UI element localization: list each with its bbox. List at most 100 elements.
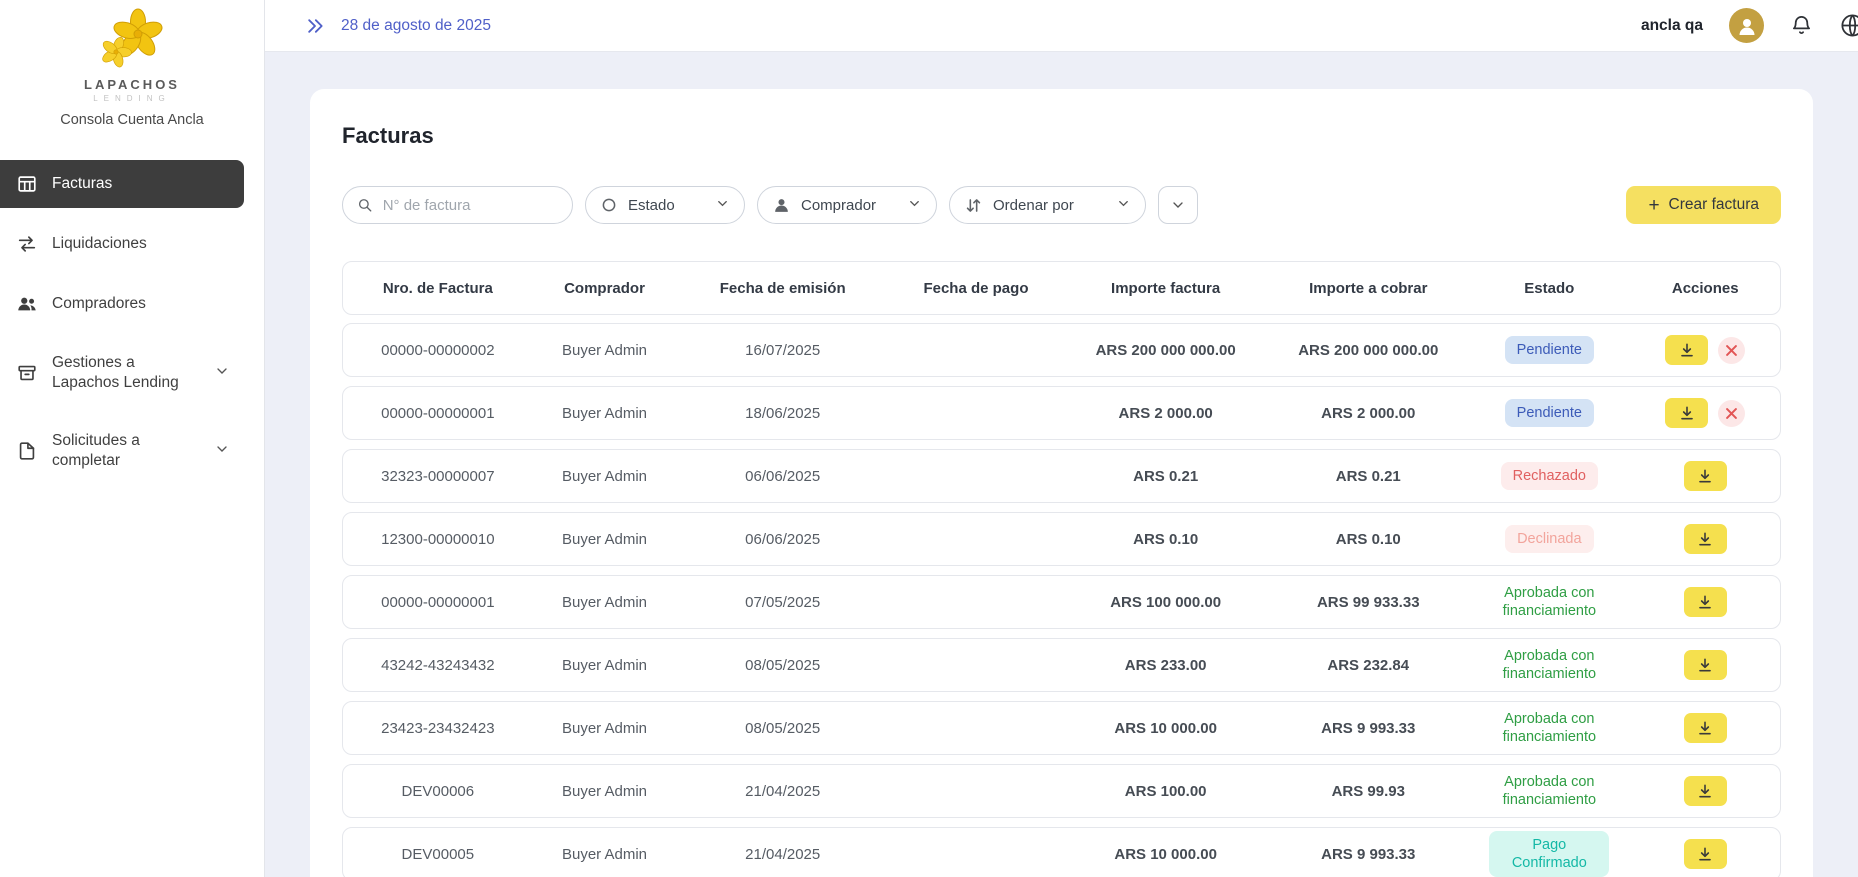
- cell-importe-cobrar: ARS 99 933.33: [1316, 593, 1420, 611]
- column-header: Nro. de Factura: [382, 279, 493, 297]
- cell-acciones: [1631, 461, 1780, 491]
- chevron-down-icon: [214, 441, 230, 462]
- search-input[interactable]: [382, 196, 558, 214]
- cell-nro: DEV00005: [401, 845, 475, 863]
- download-icon: [1699, 532, 1712, 546]
- cell-importe-factura: ARS 200 000 000.00: [1095, 341, 1236, 359]
- status-circle-icon: [602, 198, 616, 212]
- download-icon: [1699, 658, 1712, 672]
- download-button[interactable]: [1683, 461, 1727, 491]
- document-icon: [19, 442, 35, 461]
- cell-comprador: Buyer Admin: [561, 404, 648, 422]
- status-badge: Pendiente: [1504, 398, 1594, 428]
- download-button[interactable]: [1683, 524, 1727, 554]
- column-header: Estado: [1524, 279, 1575, 297]
- cell-comprador: Buyer Admin: [561, 845, 648, 863]
- cancel-button[interactable]: [1718, 399, 1746, 427]
- cell-importe-factura: ARS 0.21: [1133, 467, 1199, 485]
- download-button[interactable]: [1683, 776, 1727, 806]
- cell-acciones: [1631, 839, 1780, 869]
- cell-nro: DEV00006: [401, 782, 475, 800]
- cell-fecha-emision: 21/04/2025: [745, 782, 821, 800]
- user-name: ancla qa: [1640, 16, 1703, 34]
- sidebar-item-compradores[interactable]: Compradores: [0, 280, 244, 328]
- download-button[interactable]: [1683, 839, 1727, 869]
- expand-sidebar-button[interactable]: [305, 16, 325, 36]
- download-icon: [1699, 784, 1712, 798]
- status-badge: Aprobada con financiamiento: [1502, 773, 1597, 808]
- download-icon: [1699, 469, 1712, 483]
- cell-nro: 00000-00000001: [381, 593, 495, 611]
- cell-importe-cobrar: ARS 232.84: [1327, 656, 1410, 674]
- language-button[interactable]: [1839, 12, 1858, 39]
- invoices-table: Nro. de Factura Comprador Fecha de emisión…: [342, 261, 1781, 877]
- status-badge: Aprobada con financiamiento: [1502, 584, 1597, 619]
- cell-fecha-emision: 08/05/2025: [745, 719, 821, 737]
- globe-icon: [1841, 14, 1858, 37]
- column-header: Fecha de emisión: [719, 279, 846, 297]
- page-title: Facturas: [342, 123, 434, 148]
- download-button[interactable]: [1683, 713, 1727, 743]
- sidebar-item-label: Solicitudes a completar: [52, 432, 140, 470]
- comprador-filter[interactable]: Comprador: [757, 186, 937, 224]
- sidebar-item-label: Compradores: [52, 294, 146, 312]
- cell-estado: Declinada: [1468, 524, 1630, 554]
- sidebar-item-facturas[interactable]: Facturas: [0, 160, 244, 208]
- cell-estado: Pendiente: [1468, 335, 1630, 365]
- ordenar-filter[interactable]: Ordenar por: [949, 186, 1146, 224]
- download-button[interactable]: [1683, 587, 1727, 617]
- download-button[interactable]: [1665, 398, 1709, 428]
- sidebar-item-liquidaciones[interactable]: Liquidaciones: [0, 220, 244, 268]
- cell-importe-factura: ARS 10 000.00: [1114, 719, 1217, 737]
- sidebar-item-solicitudes[interactable]: Solicitudes a completar: [0, 418, 244, 484]
- table-header-row: Nro. de Factura Comprador Fecha de emisión…: [342, 261, 1781, 315]
- archive-icon: [18, 365, 36, 381]
- invoice-search[interactable]: [342, 186, 573, 224]
- cell-importe-cobrar: ARS 9 993.33: [1321, 845, 1416, 863]
- download-button[interactable]: [1683, 650, 1727, 680]
- cell-estado: Aprobada con financiamiento: [1468, 710, 1630, 746]
- sidebar-item-label: Facturas: [52, 174, 113, 192]
- table-row: 32323-00000007 Buyer Admin 06/06/2025 AR…: [342, 449, 1781, 503]
- create-invoice-button[interactable]: + Crear factura: [1626, 186, 1781, 224]
- cell-estado: Pago Confirmado: [1468, 830, 1630, 877]
- sidebar-nav: Facturas Liquidaciones Compradores Gesti…: [0, 160, 264, 485]
- table-row: DEV00005 Buyer Admin 21/04/2025 ARS 10 0…: [342, 827, 1781, 877]
- table-row: 00000-00000002 Buyer Admin 16/07/2025 AR…: [342, 323, 1781, 377]
- status-badge: Aprobada con financiamiento: [1502, 647, 1597, 682]
- cell-comprador: Buyer Admin: [561, 467, 648, 485]
- cell-comprador: Buyer Admin: [561, 593, 648, 611]
- chevron-down-icon: [1173, 202, 1183, 208]
- logo-subtitle: LENDING: [93, 94, 171, 103]
- cancel-button[interactable]: [1718, 336, 1746, 364]
- swap-arrows-icon: [18, 236, 36, 252]
- cell-importe-factura: ARS 0.10: [1133, 530, 1199, 548]
- column-header: Fecha de pago: [923, 279, 1029, 297]
- notifications-button[interactable]: [1790, 14, 1813, 37]
- main-column: 28 de agosto de 2025 ancla qa Facturas N…: [265, 0, 1858, 877]
- expand-filters-button[interactable]: [1158, 186, 1198, 224]
- table-row: DEV00006 Buyer Admin 21/04/2025 ARS 100.…: [342, 764, 1781, 818]
- comprador-filter-label: Comprador: [801, 196, 877, 214]
- cell-comprador: Buyer Admin: [561, 782, 648, 800]
- cell-importe-cobrar: ARS 2 000.00: [1321, 404, 1416, 422]
- cell-fecha-emision: 06/06/2025: [745, 467, 821, 485]
- cell-acciones: [1631, 713, 1780, 743]
- plus-icon: +: [1648, 194, 1660, 216]
- download-icon: [1699, 847, 1712, 861]
- cell-importe-cobrar: ARS 200 000 000.00: [1298, 341, 1439, 359]
- cell-fecha-emision: 06/06/2025: [745, 530, 821, 548]
- close-icon: [1726, 407, 1738, 419]
- table-grid-icon: [18, 176, 36, 192]
- cell-acciones: [1631, 587, 1780, 617]
- estado-filter[interactable]: Estado: [585, 186, 745, 224]
- cell-nro: 00000-00000001: [381, 404, 495, 422]
- sidebar: LAPACHOS LENDING Consola Cuenta Ancla Fa…: [0, 0, 265, 877]
- cell-importe-factura: ARS 100.00: [1124, 782, 1207, 800]
- user-avatar[interactable]: [1729, 8, 1764, 43]
- column-header: Importe factura: [1111, 279, 1221, 297]
- download-icon: [1680, 406, 1693, 420]
- download-icon: [1699, 721, 1712, 735]
- download-button[interactable]: [1665, 335, 1709, 365]
- sidebar-item-gestiones[interactable]: Gestiones a Lapachos Lending: [0, 340, 244, 406]
